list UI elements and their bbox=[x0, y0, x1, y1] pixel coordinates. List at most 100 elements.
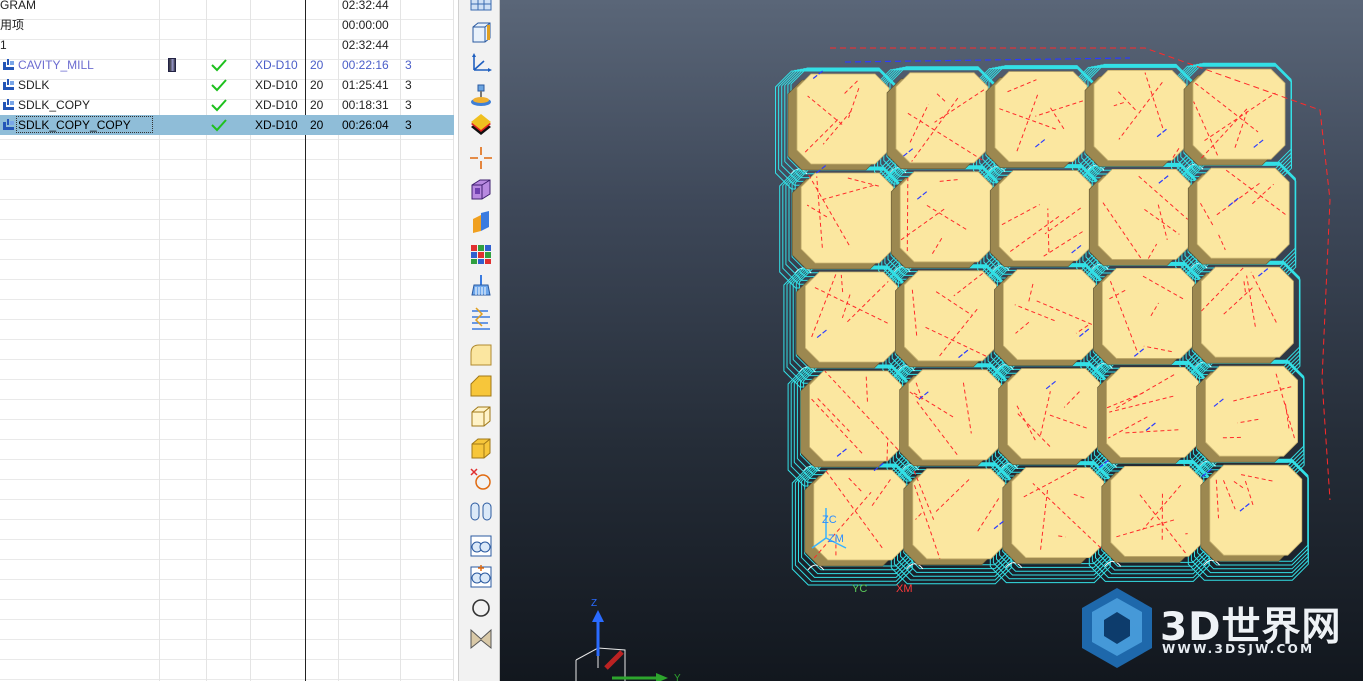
check-icon bbox=[211, 79, 227, 92]
check-icon bbox=[211, 59, 227, 72]
focus-outline bbox=[16, 116, 153, 133]
empty-row[interactable] bbox=[0, 255, 454, 275]
empty-row[interactable] bbox=[0, 355, 454, 375]
empty-row[interactable] bbox=[0, 495, 454, 515]
check-icon bbox=[211, 99, 227, 112]
point-on-circle-icon[interactable] bbox=[468, 466, 494, 492]
empty-row[interactable] bbox=[0, 555, 454, 575]
bowtie-icon[interactable] bbox=[468, 626, 494, 652]
tool-name bbox=[255, 15, 305, 35]
tool-number: 20 bbox=[310, 58, 324, 72]
operation-name: SDLK_COPY bbox=[18, 98, 91, 112]
operation-name: SDLK bbox=[18, 78, 50, 92]
empty-row[interactable] bbox=[0, 575, 454, 595]
program-row[interactable]: 1 02:32:44 bbox=[0, 35, 454, 55]
toolpath-time: 01:25:41 bbox=[342, 78, 389, 92]
operation-icon bbox=[3, 79, 14, 90]
empty-row[interactable] bbox=[0, 475, 454, 495]
empty-row[interactable] bbox=[0, 595, 454, 615]
vertical-toolbar bbox=[458, 0, 500, 681]
group-value: 3 bbox=[405, 58, 412, 72]
coordinate-system-icon[interactable] bbox=[468, 50, 494, 76]
toolpath-time: 02:32:44 bbox=[342, 38, 389, 52]
empty-row[interactable] bbox=[0, 215, 454, 235]
empty-row[interactable] bbox=[0, 675, 454, 681]
empty-row[interactable] bbox=[0, 235, 454, 255]
operation-row[interactable]: SDLK XD-D10 20 01:25:41 3 bbox=[0, 75, 454, 95]
view-cube-icon[interactable] bbox=[468, 177, 494, 203]
operation-icon bbox=[3, 99, 14, 110]
group-value: 3 bbox=[405, 78, 412, 92]
operation-icon bbox=[3, 119, 14, 130]
empty-row[interactable] bbox=[0, 175, 454, 195]
layers-icon[interactable] bbox=[468, 113, 494, 139]
tool-name bbox=[255, 0, 305, 15]
toolpath-time: 00:00:00 bbox=[342, 18, 389, 32]
program-row[interactable]: GRAM 02:32:44 bbox=[0, 0, 454, 15]
broom-icon[interactable] bbox=[468, 273, 494, 299]
table-icon[interactable] bbox=[468, 0, 494, 14]
empty-row[interactable] bbox=[0, 195, 454, 215]
empty-row[interactable] bbox=[0, 635, 454, 655]
chamfer-corner-icon[interactable] bbox=[468, 372, 494, 398]
box-outline-icon[interactable] bbox=[468, 403, 494, 429]
tool-number: 20 bbox=[310, 98, 324, 112]
empty-row[interactable] bbox=[0, 335, 454, 355]
section-icon[interactable] bbox=[468, 209, 494, 235]
empty-row[interactable] bbox=[0, 315, 454, 335]
group-value bbox=[405, 35, 445, 55]
face-pair-plus-icon[interactable] bbox=[468, 563, 494, 589]
color-grid-icon[interactable] bbox=[468, 241, 494, 267]
tool-name: XD-D10 bbox=[255, 98, 298, 112]
operation-row[interactable]: CAVITY_MILL XD-D10 20 00:22:16 3 bbox=[0, 55, 454, 75]
empty-row[interactable] bbox=[0, 515, 454, 535]
empty-row[interactable] bbox=[0, 375, 454, 395]
tool-name: XD-D10 bbox=[255, 78, 298, 92]
tool-number: 20 bbox=[310, 78, 324, 92]
empty-row[interactable] bbox=[0, 455, 454, 475]
block-3d-icon[interactable] bbox=[468, 19, 494, 45]
box-solid-icon[interactable] bbox=[468, 435, 494, 461]
empty-row[interactable] bbox=[0, 535, 454, 555]
stack-icon[interactable] bbox=[468, 305, 494, 331]
navigator-rows: GRAM 02:32:44 用项 00:00:00 1 02:32:44 CAVITY_MI… bbox=[0, 0, 454, 681]
watermark-url: WWW.3DSJW.COM bbox=[1162, 642, 1315, 656]
group-value bbox=[405, 15, 445, 35]
toolpath-time: 00:22:16 bbox=[342, 58, 389, 72]
empty-row[interactable] bbox=[0, 135, 454, 155]
group-value bbox=[405, 0, 445, 15]
cylinder-pair-icon[interactable] bbox=[468, 498, 494, 524]
operation-navigator: GRAM 02:32:44 用项 00:00:00 1 02:32:44 CAVITY_MI… bbox=[0, 0, 458, 681]
empty-row[interactable] bbox=[0, 655, 454, 675]
tool-number bbox=[310, 35, 338, 55]
tool-number bbox=[310, 0, 338, 15]
operation-row[interactable]: SDLK_COPY_COPY XD-D10 20 00:26:04 3 bbox=[0, 115, 454, 135]
graphics-window[interactable] bbox=[500, 0, 1363, 681]
group-value: 3 bbox=[405, 98, 412, 112]
face-pair-icon[interactable] bbox=[468, 532, 494, 558]
program-name: GRAM bbox=[0, 0, 36, 12]
empty-row[interactable] bbox=[0, 275, 454, 295]
operation-name: CAVITY_MILL bbox=[18, 58, 94, 72]
crosshair-icon[interactable] bbox=[468, 145, 494, 171]
empty-row[interactable] bbox=[0, 615, 454, 635]
machine-tool-icon[interactable] bbox=[468, 82, 494, 108]
empty-row[interactable] bbox=[0, 295, 454, 315]
toolpath-time: 00:18:31 bbox=[342, 98, 389, 112]
tool-number: 20 bbox=[310, 118, 324, 132]
circle-icon[interactable] bbox=[468, 595, 494, 621]
empty-row[interactable] bbox=[0, 155, 454, 175]
empty-row[interactable] bbox=[0, 415, 454, 435]
check-icon bbox=[211, 119, 227, 132]
operation-row[interactable]: SDLK_COPY XD-D10 20 00:18:31 3 bbox=[0, 95, 454, 115]
rounded-corner-icon[interactable] bbox=[468, 341, 494, 367]
toolpath-time: 02:32:44 bbox=[342, 0, 389, 12]
program-row[interactable]: 用项 00:00:00 bbox=[0, 15, 454, 35]
toolpath-icon bbox=[168, 58, 176, 72]
empty-row[interactable] bbox=[0, 395, 454, 415]
empty-row[interactable] bbox=[0, 435, 454, 455]
group-value: 3 bbox=[405, 118, 412, 132]
tool-name: XD-D10 bbox=[255, 58, 298, 72]
program-name: 用项 bbox=[0, 18, 25, 32]
tool-name: XD-D10 bbox=[255, 118, 298, 132]
